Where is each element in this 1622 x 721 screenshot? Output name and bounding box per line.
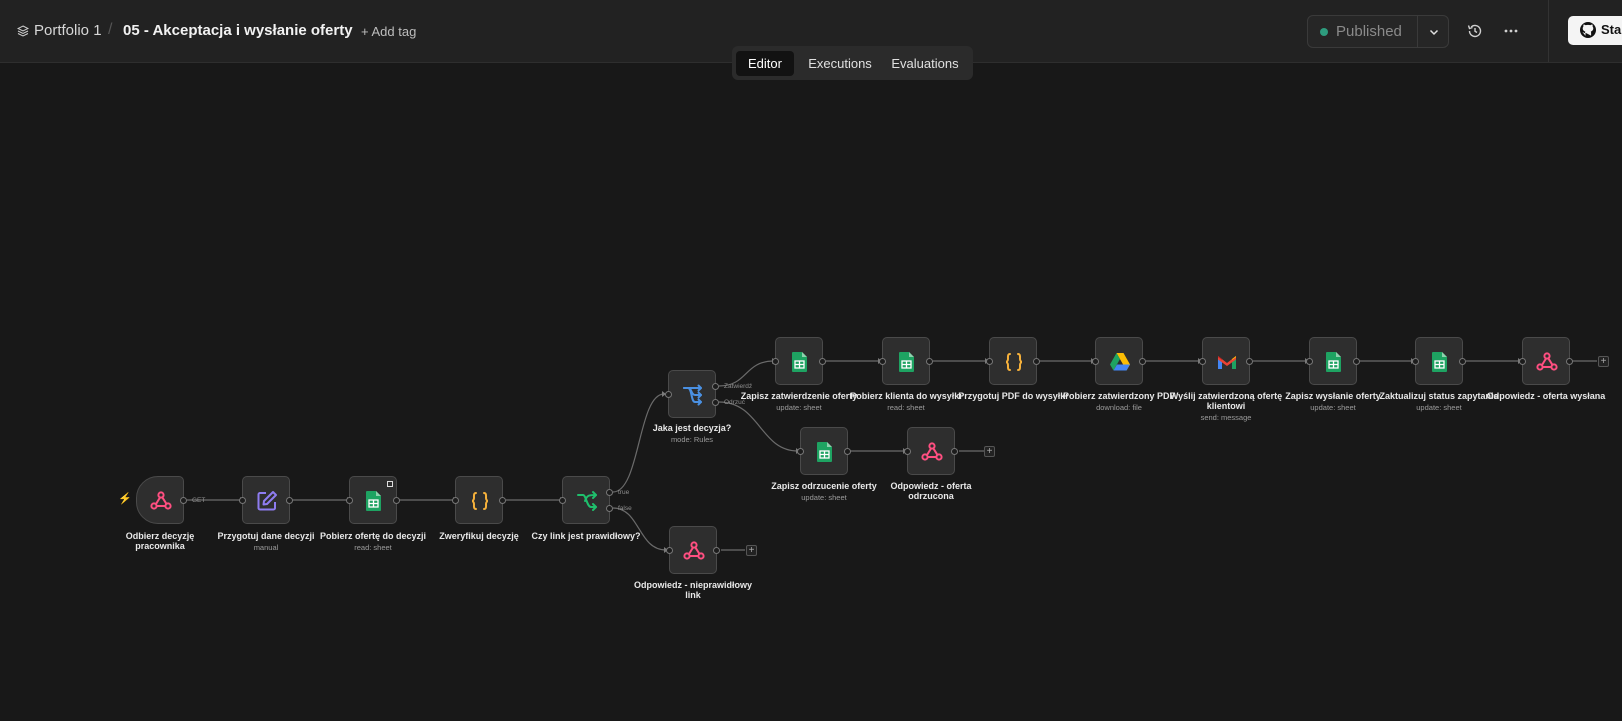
input-port[interactable] [239,497,246,504]
google-sheets-icon [366,491,381,511]
pinned-data-icon [387,481,393,487]
node-label: Odbierz decyzję pracownika [125,531,195,551]
node-zweryfikuj-decyzje[interactable] [452,476,506,524]
node-odpowiedz-nieprawidlowy-link[interactable] [666,526,720,574]
google-sheets-icon [792,352,807,372]
output-port-true[interactable] [606,489,613,496]
add-node-button[interactable]: + [1598,356,1609,367]
node-label: Pobierz klienta do wysyłki read: sheet [850,391,962,412]
google-drive-icon [1110,353,1130,371]
add-node-button[interactable]: + [984,446,995,457]
google-sheets-icon [1432,352,1447,372]
webhook-icon [150,491,172,510]
webhook-icon [1536,352,1558,371]
output-port[interactable] [1459,358,1466,365]
node-label: Czy link jest prawidłowy? [531,531,641,541]
output-port[interactable] [926,358,933,365]
output-port[interactable] [951,448,958,455]
output-port[interactable] [286,497,293,504]
output-port[interactable] [1139,358,1146,365]
node-label: Zapisz zatwierdzenie oferty update: sheet [740,391,858,412]
output-port[interactable] [393,497,400,504]
gmail-icon [1218,356,1236,369]
output-port-approve[interactable] [712,383,719,390]
node-odpowiedz-oferta-wyslana[interactable] [1519,337,1573,385]
node-label: Zapisz odrzucenie oferty update: sheet [771,481,877,502]
node-label: Odpowiedz - oferta wysłana [1486,391,1606,401]
branch-label-get: GET [192,497,206,504]
output-port[interactable] [1033,358,1040,365]
input-port[interactable] [666,547,673,554]
output-port-false[interactable] [606,505,613,512]
output-port[interactable] [180,497,187,504]
code-braces-icon [471,492,489,510]
node-zapisz-odrzucenie[interactable] [797,427,851,475]
node-czy-link-prawidlowy[interactable] [559,476,613,524]
output-port-reject[interactable] [712,399,719,406]
input-port[interactable] [1412,358,1419,365]
input-port[interactable] [559,497,566,504]
node-przygotuj-pdf[interactable] [986,337,1040,385]
connection-line [612,507,667,551]
add-node-button[interactable]: + [746,545,757,556]
node-label: Wyślij zatwierdzoną ofertę klientowi send… [1169,391,1283,422]
node-label: Pobierz ofertę do decyzji read: sheet [319,531,427,552]
input-port[interactable] [452,497,459,504]
input-port[interactable] [797,448,804,455]
input-port[interactable] [904,448,911,455]
node-zaktualizuj-status[interactable] [1412,337,1466,385]
output-port[interactable] [713,547,720,554]
node-label: Odpowiedz - nieprawidłowy link [633,580,752,600]
code-braces-icon [1005,353,1023,371]
node-label: Pobierz zatwierdzony PDF download: file [1062,391,1176,412]
output-port[interactable] [1566,358,1573,365]
edit-icon [257,491,277,511]
node-label: Zapisz wysłanie oferty update: sheet [1285,391,1381,412]
node-zapisz-zatwierdzenie[interactable] [772,337,826,385]
output-port[interactable] [844,448,851,455]
trigger-bolt-icon: ⚡ [118,493,132,505]
input-port[interactable] [986,358,993,365]
switch-icon [683,384,702,406]
input-port[interactable] [1199,358,1206,365]
input-port[interactable] [1519,358,1526,365]
google-sheets-icon [899,352,914,372]
branch-label-approve: Zatwierdź [724,383,753,390]
node-jaka-jest-decyzja[interactable] [665,370,719,418]
branch-label-true: true [618,489,630,496]
input-port[interactable] [1306,358,1313,365]
node-label: Jaka jest decyzja? mode: Rules [652,423,732,444]
input-port[interactable] [1092,358,1099,365]
node-pobierz-zatwierdzony-pdf[interactable] [1092,337,1146,385]
input-port[interactable] [346,497,353,504]
output-port[interactable] [499,497,506,504]
input-port[interactable] [665,391,672,398]
node-zapisz-wyslanie[interactable] [1306,337,1360,385]
input-port[interactable] [772,358,779,365]
google-sheets-icon [1326,352,1341,372]
node-label: Zaktualizuj status zapytania update: shee… [1379,391,1499,412]
node-label: Przygotuj dane decyzji manual [217,531,315,552]
input-port[interactable] [879,358,886,365]
node-pobierz-klienta[interactable] [879,337,933,385]
node-odpowiedz-oferta-odrzucona[interactable] [904,427,958,475]
node-label: Przygotuj PDF do wysyłki [958,391,1068,401]
branch-label-false: false [618,505,632,512]
output-port[interactable] [1353,358,1360,365]
node-przygotuj-dane[interactable] [239,476,293,524]
output-port[interactable] [1246,358,1253,365]
webhook-icon [921,442,943,461]
node-odbierz-decyzje[interactable] [136,476,187,524]
if-branch-icon [577,491,597,511]
node-label: Zweryfikuj decyzję [439,531,519,541]
node-wyslij-oferte[interactable] [1199,337,1253,385]
google-sheets-icon [817,442,832,462]
webhook-icon [683,541,705,560]
output-port[interactable] [819,358,826,365]
node-label: Odpowiedz - oferta odrzucona [890,481,972,501]
